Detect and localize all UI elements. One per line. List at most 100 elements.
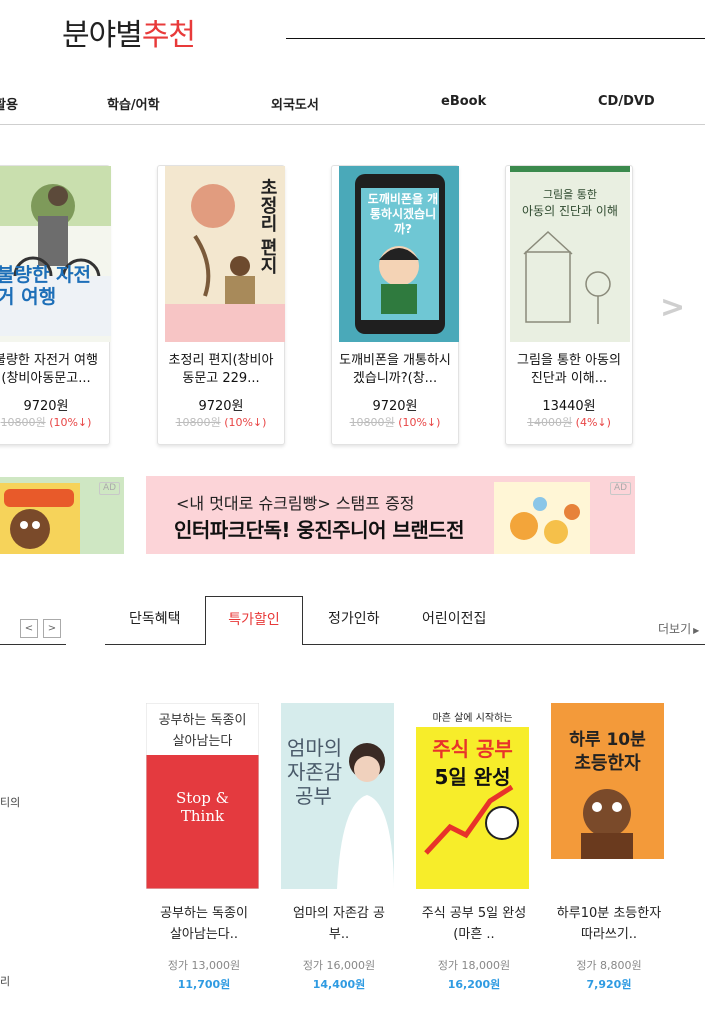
- sale-price: 7,920원: [586, 978, 632, 991]
- cover-title-a: 마흔 살에 시작하는: [432, 713, 513, 724]
- book-title-line1: 공부하는 독종이: [160, 906, 248, 921]
- category-tab-ebook[interactable]: eBook: [441, 94, 486, 109]
- cover-title: 불량한 자전거 여행: [0, 264, 92, 308]
- side-ad-banner[interactable]: AD: [0, 477, 124, 554]
- discount-rate: (10%↓): [224, 416, 267, 429]
- triangle-right-icon: ▶: [693, 626, 700, 635]
- discount-rate: (4%↓): [575, 416, 611, 429]
- book-cover: 초정리 편지: [165, 166, 285, 342]
- sale-price: 14,400원: [312, 978, 366, 991]
- book-title-line1: 도깨비폰을 개통하시: [339, 353, 451, 368]
- tab-label-active: 특가할인: [228, 612, 280, 628]
- banner-book-image: [494, 482, 590, 554]
- book-price: 9720원: [23, 399, 69, 414]
- page-title: 분야별추천: [62, 16, 196, 56]
- brand-event-banner[interactable]: <내 멋대로 슈크림빵> 스탬프 증정 인터파크단독! 웅진주니어 브랜드전 A…: [146, 476, 635, 554]
- cover-title-b: 살아남는다: [172, 734, 233, 749]
- more-label: 더보기: [658, 622, 692, 636]
- category-divider: [0, 124, 705, 125]
- book-price: 9720원: [372, 399, 418, 414]
- cover-title-c: 5일 완성: [434, 765, 511, 789]
- next-button[interactable]: >: [43, 619, 61, 638]
- book-title-line1: 엄마의 자존감 공: [293, 906, 385, 921]
- category-tab-study[interactable]: 학습/어학: [107, 94, 160, 113]
- cover-title-b: 자존감: [287, 760, 343, 784]
- book-cover: 마흔 살에 시작하는 주식 공부 5일 완성: [416, 703, 529, 889]
- book-title: 공부하는 독종이살아남는다..: [140, 903, 268, 945]
- category-tab-cddvd[interactable]: CD/DVD: [598, 94, 655, 109]
- book-title-line2: 진단과 이해...: [530, 371, 608, 386]
- book-title-line2: (창비아동문고...: [1, 371, 91, 386]
- ad-label: AD: [99, 482, 121, 495]
- book-title-line1: 그림을 통한 아동의: [517, 353, 621, 368]
- book-card[interactable]: 초정리 편지 초정리 편지(창비아동문고 229... 9720원 10800원…: [157, 165, 285, 445]
- book-cover: 엄마의 자존감 공부: [281, 703, 394, 889]
- book-title-line2: 동문고 229...: [182, 371, 260, 386]
- book-cover: 공부하는 독종이 살아남는다 Stop & Think: [146, 703, 259, 889]
- book-title-line2: 따라쓰기..: [580, 927, 638, 942]
- cover-title-a: 하루 10분: [569, 730, 646, 750]
- book-title-line2: (마흔 ..: [453, 927, 495, 942]
- book-title: 하루10분 초등한자따라쓰기..: [545, 903, 673, 945]
- book-title: 주식 공부 5일 완성 (마흔 ..: [410, 903, 538, 945]
- original-price: 10800원: [349, 416, 395, 429]
- cover-title-a: 엄마의: [287, 736, 343, 760]
- book-price: 13440원: [542, 399, 596, 414]
- book-title-line1: 초정리 편지(창비아: [168, 353, 274, 368]
- book-original-price: 10800원 (10%↓): [332, 414, 458, 430]
- tab-baseline: [105, 644, 705, 645]
- book-title: 엄마의 자존감 공부..: [275, 903, 403, 945]
- title-accent: 추천: [141, 18, 196, 53]
- cover-title-c: Stop & Think: [175, 789, 230, 825]
- category-tab-foreign[interactable]: 외국도서: [271, 94, 319, 113]
- prev-button[interactable]: <: [20, 619, 38, 638]
- sale-price: 11,700원: [177, 978, 231, 991]
- list-price: 정가 8,800원: [576, 959, 642, 972]
- ad-label: AD: [610, 482, 632, 495]
- sale-price: 16,200원: [447, 978, 501, 991]
- book-original-price: 10800원 (10%↓): [0, 414, 109, 430]
- discount-rate: (10%↓): [398, 416, 441, 429]
- book-card[interactable]: 그림을 통한 아동의 진단과 이해 그림을 통한 아동의진단과 이해... 13…: [505, 165, 633, 445]
- book-original-price: 10800원 (10%↓): [158, 414, 284, 430]
- book-title-line1: 하루10분 초등한자: [556, 906, 662, 921]
- carousel-next-arrow[interactable]: >: [660, 290, 685, 325]
- tab-exclusive[interactable]: 단독혜택: [129, 608, 181, 628]
- title-divider: [286, 38, 705, 39]
- book-title-line2: 겠습니까?(창...: [352, 371, 438, 386]
- book-title-line2: 부..: [328, 927, 350, 942]
- tab-special-discount[interactable]: 특가할인: [205, 596, 303, 645]
- book-card[interactable]: 도깨비폰을 개통하시겠습니까? 도깨비폰을 개통하시겠습니까?(창... 972…: [331, 165, 459, 445]
- cover-title-b: 주식 공부: [432, 737, 513, 761]
- book-title-line2: 살아남는다..: [169, 927, 239, 942]
- list-price: 정가 16,000원: [302, 959, 376, 972]
- book-title: 불량한 자전거 여행 (창비아동문고...: [0, 352, 107, 388]
- book-price: 9720원: [198, 399, 244, 414]
- book-title: 초정리 편지(창비아동문고 229...: [160, 352, 282, 388]
- cover-title-c: 공부: [295, 784, 332, 808]
- cover-title-a: 공부하는 독종이: [158, 713, 247, 728]
- category-tab-1[interactable]: 활용: [0, 94, 18, 113]
- book-cover: 그림을 통한 아동의 진단과 이해: [510, 166, 630, 342]
- tab-kids-collection[interactable]: 어린이전집: [422, 608, 486, 628]
- book-title-line1: 불량한 자전거 여행: [0, 353, 98, 368]
- book-card[interactable]: 불량한 자전거 여행 불량한 자전거 여행 (창비아동문고... 9720원 10…: [0, 165, 111, 445]
- original-price: 10800원: [175, 416, 221, 429]
- cover-title-1: 그림을 통한: [542, 188, 598, 201]
- tab-price-cut[interactable]: 정가인하: [328, 608, 380, 628]
- book-original-price: 14000원 (4%↓): [506, 414, 632, 430]
- banner-subtitle: <내 멋대로 슈크림빵> 스탬프 증정: [176, 494, 415, 513]
- book-title: 그림을 통한 아동의진단과 이해...: [508, 352, 630, 388]
- side-text-fragment: 티의: [0, 796, 21, 809]
- cover-title-2: 아동의 진단과 이해: [522, 204, 618, 218]
- book-cover: 불량한 자전거 여행: [0, 166, 111, 342]
- list-price: 정가 18,000원: [437, 959, 511, 972]
- pager-underline: [0, 644, 66, 645]
- list-price: 정가 13,000원: [167, 959, 241, 972]
- cover-title: 초정리 편지: [257, 178, 278, 275]
- more-link[interactable]: 더보기 ▶: [658, 620, 699, 637]
- discount-rate: (10%↓): [49, 416, 92, 429]
- book-title: 도깨비폰을 개통하시겠습니까?(창...: [334, 352, 456, 388]
- cover-title: 도깨비폰을 개통하시겠습니까?: [367, 192, 439, 236]
- cover-title-b: 초등한자: [574, 753, 641, 774]
